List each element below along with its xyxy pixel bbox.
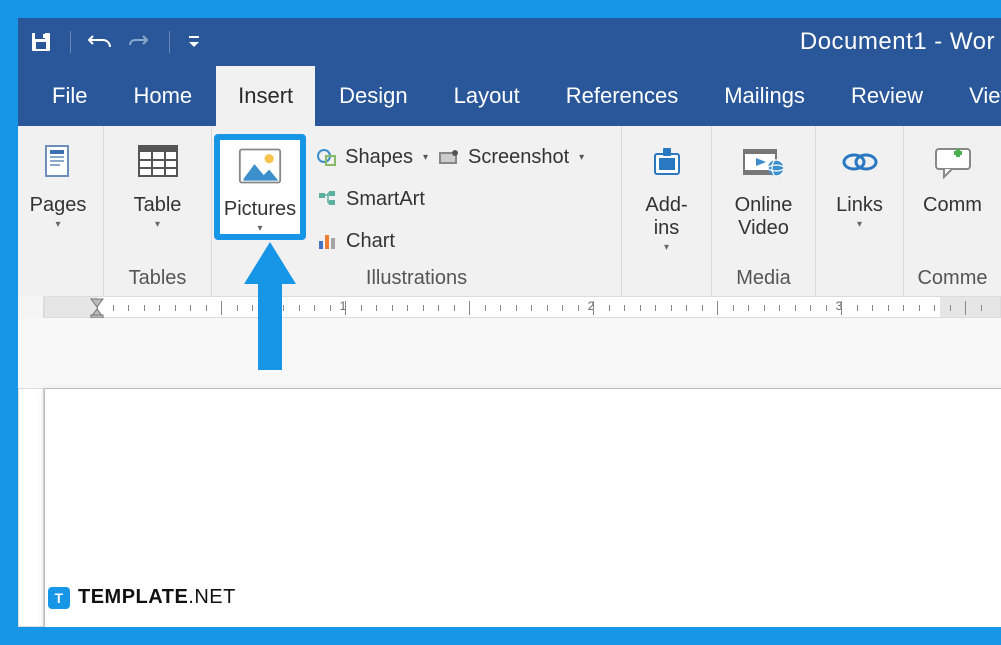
links-button[interactable]: Links ▾: [816, 134, 903, 230]
group-label-tables: Tables: [104, 267, 211, 296]
pages-button[interactable]: Pages ▾: [18, 134, 98, 230]
undo-icon[interactable]: [87, 29, 113, 55]
tab-review[interactable]: Review: [829, 66, 945, 126]
tab-insert[interactable]: Insert: [216, 66, 315, 126]
dropdown-caret-icon: ▾: [257, 223, 262, 234]
links-icon: [838, 140, 882, 184]
group-label-addins: [622, 267, 711, 296]
online-video-label: Online Video: [735, 194, 793, 240]
customize-qat-icon[interactable]: [186, 29, 202, 55]
addins-icon: [645, 140, 689, 184]
group-label-pages: [18, 267, 103, 296]
watermark-logo-icon: T: [48, 587, 70, 609]
addins-button[interactable]: Add- ins ▾: [622, 134, 711, 253]
chart-icon: [316, 230, 338, 252]
watermark: T TEMPLATE.NET: [48, 586, 236, 609]
pictures-label: Pictures: [224, 198, 296, 221]
group-label-illustrations: Illustrations: [212, 267, 621, 296]
links-label: Links: [836, 194, 883, 217]
smartart-icon: [316, 188, 338, 210]
chart-label: Chart: [346, 230, 395, 253]
watermark-suffix: .NET: [188, 586, 236, 608]
dropdown-caret-icon: ▾: [579, 152, 584, 163]
online-video-button[interactable]: Online Video: [712, 134, 815, 240]
table-label: Table: [134, 194, 182, 217]
tab-references[interactable]: References: [544, 66, 701, 126]
screenshot-label: Screenshot: [468, 146, 569, 169]
pages-icon: [36, 140, 80, 184]
group-links: Links ▾: [816, 126, 904, 296]
tab-view[interactable]: View: [947, 66, 1001, 126]
vertical-ruler[interactable]: [18, 388, 44, 627]
pictures-icon: [238, 144, 282, 188]
horizontal-ruler[interactable]: 1 2 3: [18, 296, 1001, 318]
dropdown-caret-icon: ▾: [55, 219, 60, 230]
document-area: [18, 318, 1001, 627]
pages-label: Pages: [30, 194, 87, 217]
screenshot-button[interactable]: Screenshot ▾: [438, 140, 598, 174]
table-icon: [136, 140, 180, 184]
group-comments: Comm Comme: [904, 126, 1001, 296]
shapes-button[interactable]: Shapes ▾: [316, 140, 428, 174]
pictures-button[interactable]: Pictures ▾: [214, 134, 306, 240]
comment-button[interactable]: Comm: [904, 134, 1001, 217]
group-illustrations: Pictures ▾ Shapes ▾ SmartArt: [212, 126, 622, 296]
dropdown-caret-icon: ▾: [155, 219, 160, 230]
table-button[interactable]: Table ▾: [104, 134, 211, 230]
tab-file[interactable]: File: [30, 66, 109, 126]
smartart-button[interactable]: SmartArt: [316, 182, 428, 216]
quick-access-toolbar: [18, 29, 202, 55]
qat-separator-2: [169, 31, 170, 53]
ruler-corner: [18, 296, 44, 318]
group-media: Online Video Media: [712, 126, 816, 296]
dropdown-caret-icon: ▾: [664, 242, 669, 253]
redo-icon[interactable]: [127, 29, 153, 55]
online-video-icon: [742, 140, 786, 184]
smartart-label: SmartArt: [346, 188, 425, 211]
group-addins: Add- ins ▾: [622, 126, 712, 296]
shapes-icon: [316, 146, 337, 168]
group-label-comments: Comme: [904, 267, 1001, 296]
tab-design[interactable]: Design: [317, 66, 429, 126]
shapes-label: Shapes: [345, 146, 413, 169]
group-label-media: Media: [712, 267, 815, 296]
group-label-links: [816, 267, 903, 296]
ribbon: Pages ▾ Table ▾ Tables: [18, 126, 1001, 296]
tab-home[interactable]: Home: [111, 66, 214, 126]
title-bar: Document1 - Wor: [18, 18, 1001, 66]
group-pages: Pages ▾: [18, 126, 104, 296]
addins-label: Add- ins: [645, 194, 687, 240]
qat-separator: [70, 31, 71, 53]
tab-mailings[interactable]: Mailings: [702, 66, 827, 126]
watermark-brand: TEMPLATE: [78, 586, 188, 608]
dropdown-caret-icon: ▾: [857, 219, 862, 230]
comment-icon: [931, 140, 975, 184]
group-tables: Table ▾ Tables: [104, 126, 212, 296]
document-title: Document1 - Wor: [800, 18, 995, 66]
ribbon-tabs: File Home Insert Design Layout Reference…: [18, 66, 1001, 126]
comment-label: Comm: [923, 194, 982, 217]
save-icon[interactable]: [28, 29, 54, 55]
chart-button[interactable]: Chart: [316, 224, 428, 258]
dropdown-caret-icon: ▾: [423, 152, 428, 163]
screenshot-icon: [438, 146, 460, 168]
tab-layout[interactable]: Layout: [432, 66, 542, 126]
